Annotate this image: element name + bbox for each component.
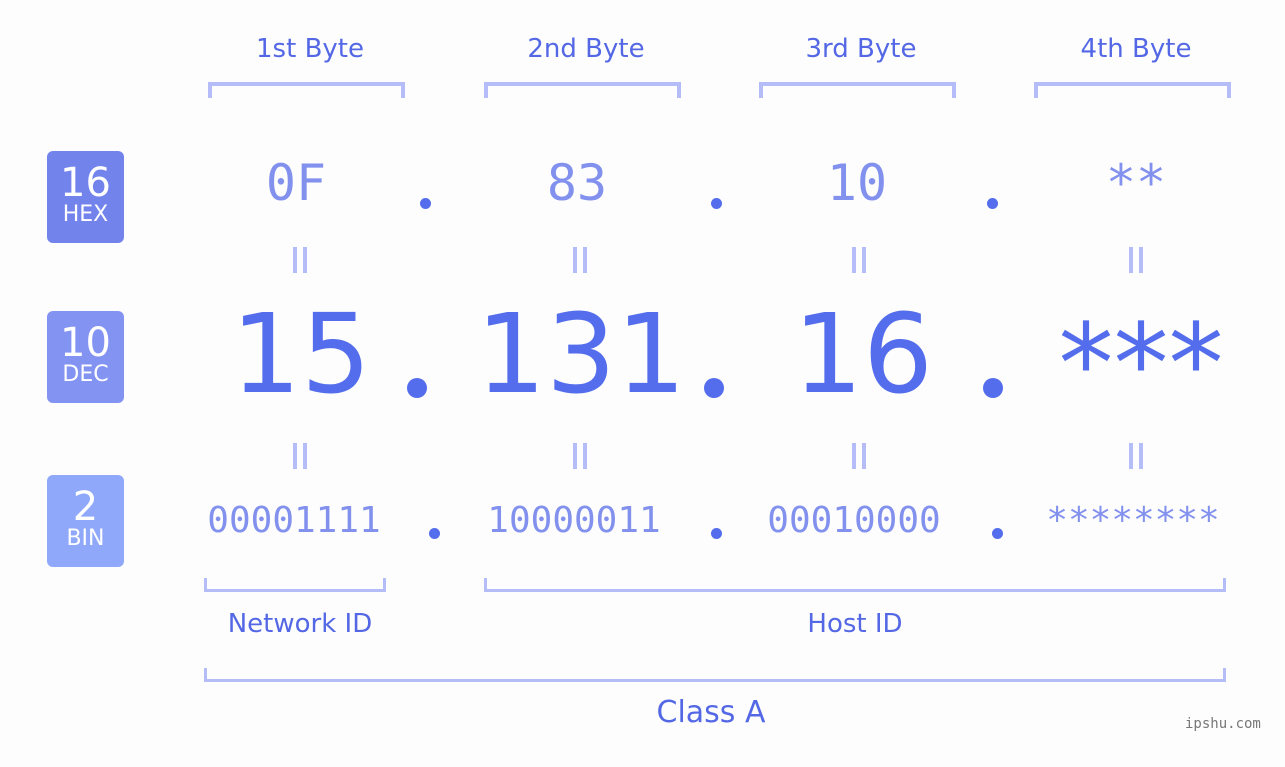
equals-icon [293, 247, 307, 273]
equals-icon [1129, 247, 1143, 273]
dec-badge-number: 10 [60, 320, 111, 366]
class-bracket [204, 668, 1226, 682]
equals-icon [852, 247, 866, 273]
dec-dot-3 [983, 378, 1003, 398]
hex-byte-4: ** [1105, 154, 1167, 212]
hex-dot-2 [711, 198, 722, 209]
bin-dot-1 [429, 528, 440, 539]
host-id-bracket [484, 578, 1226, 592]
bin-dot-2 [711, 528, 722, 539]
dec-byte-4: *** [1058, 300, 1224, 428]
hex-byte-1: 0F [265, 154, 327, 212]
bin-badge-number: 2 [72, 484, 99, 530]
host-id-label: Host ID [807, 609, 903, 639]
bin-byte-3: 00010000 [767, 500, 941, 541]
network-id-label: Network ID [227, 609, 373, 639]
dec-badge: 10 DEC [47, 311, 124, 403]
hex-byte-3: 10 [826, 154, 888, 212]
class-label: Class A [656, 695, 766, 730]
equals-icon [293, 443, 307, 469]
hex-dot-3 [987, 198, 998, 209]
dec-dot-1 [407, 378, 427, 398]
dec-byte-2: 131 [476, 290, 686, 418]
hex-badge-number: 16 [60, 160, 111, 206]
byte-bracket-2 [484, 82, 681, 98]
equals-icon [573, 443, 587, 469]
bin-badge: 2 BIN [47, 475, 124, 567]
byte-header-1: 1st Byte [256, 34, 364, 64]
byte-header-2: 2nd Byte [527, 34, 645, 64]
watermark: ipshu.com [1185, 716, 1261, 732]
bin-byte-1: 00001111 [207, 500, 381, 541]
hex-badge: 16 HEX [47, 151, 124, 243]
bin-byte-4: ******** [1046, 500, 1220, 541]
hex-byte-2: 83 [546, 154, 608, 212]
dec-byte-3: 16 [793, 290, 933, 418]
hex-dot-1 [420, 198, 431, 209]
bin-dot-3 [992, 528, 1003, 539]
dec-dot-2 [704, 378, 724, 398]
byte-bracket-3 [759, 82, 956, 98]
equals-icon [852, 443, 866, 469]
network-id-bracket [204, 578, 386, 592]
bin-badge-label: BIN [66, 526, 105, 551]
dec-byte-1: 15 [231, 290, 371, 418]
dec-badge-label: DEC [62, 362, 109, 387]
byte-bracket-4 [1034, 82, 1231, 98]
byte-bracket-1 [208, 82, 405, 98]
hex-badge-label: HEX [62, 202, 109, 227]
equals-icon [573, 247, 587, 273]
byte-header-3: 3rd Byte [805, 34, 917, 64]
byte-header-4: 4th Byte [1080, 34, 1192, 64]
bin-byte-2: 10000011 [487, 500, 661, 541]
equals-icon [1129, 443, 1143, 469]
